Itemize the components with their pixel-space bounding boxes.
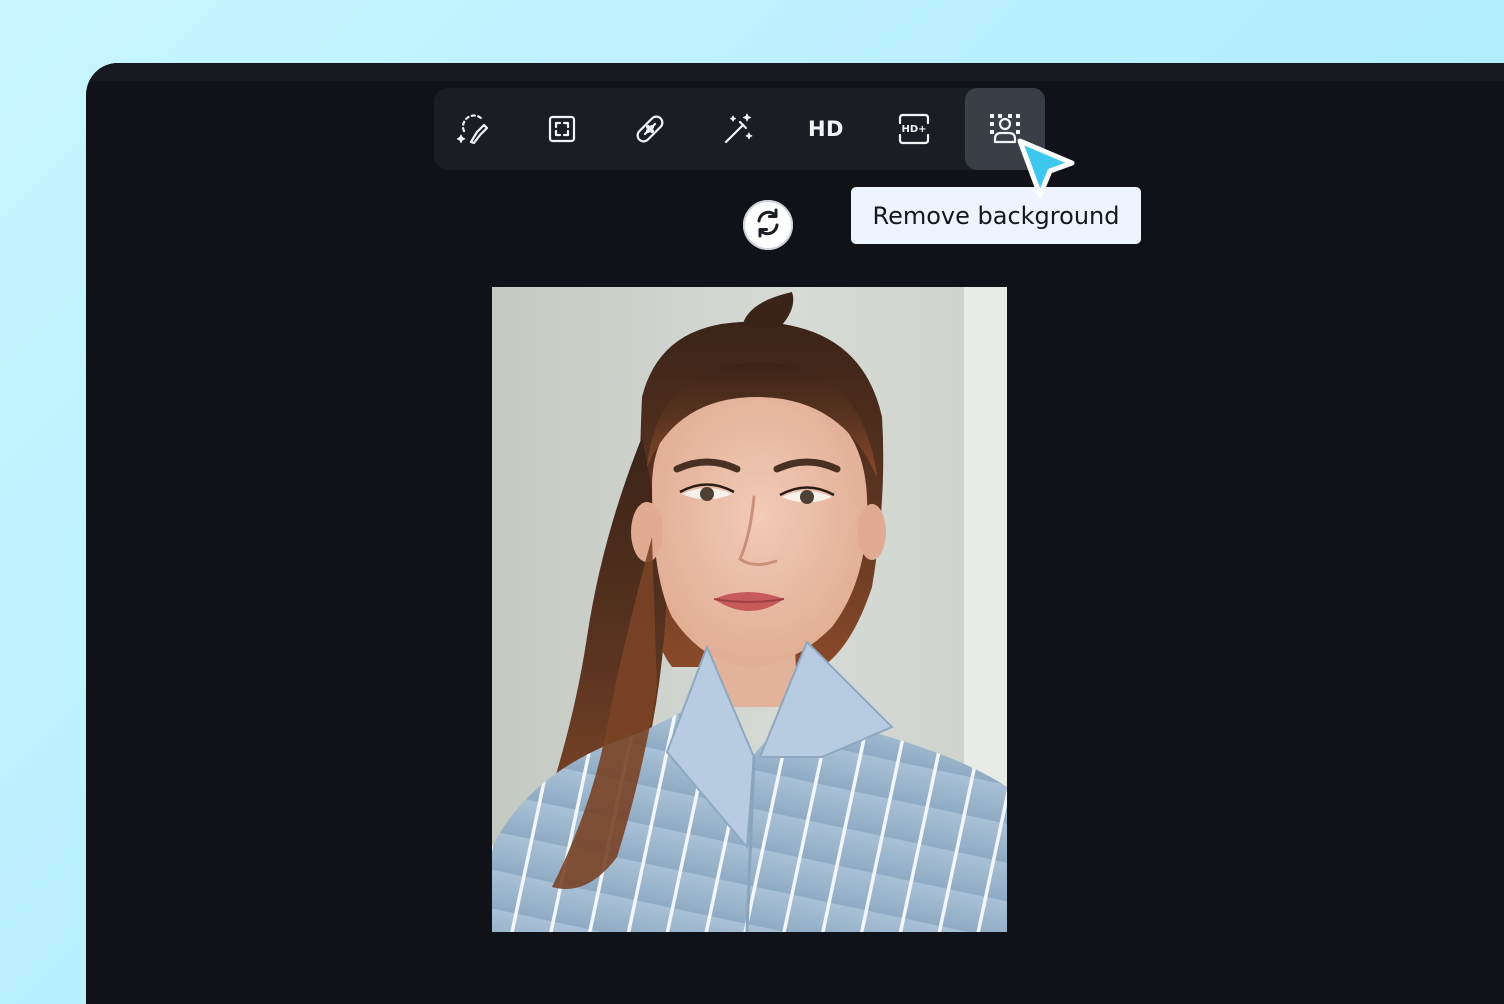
remove-background-tooltip: Remove background xyxy=(851,187,1141,244)
mouse-pointer-icon xyxy=(1014,135,1078,203)
magic-wand-icon xyxy=(721,112,755,146)
hd-plus-icon: HD+ xyxy=(897,112,931,146)
hd-icon: HD xyxy=(807,117,844,141)
portrait-photo xyxy=(492,287,1007,932)
crop-expand-icon xyxy=(547,114,577,144)
refresh-button[interactable] xyxy=(743,200,793,250)
hd-plus-label: HD+ xyxy=(901,123,927,135)
refresh-icon xyxy=(752,207,784,244)
window-top-strip xyxy=(86,63,1504,81)
tooltip-text: Remove background xyxy=(872,201,1120,230)
editor-window: HD HD+ Remove background xyxy=(86,63,1504,1004)
crop-expand-tool-button[interactable] xyxy=(522,88,602,170)
bandage-icon xyxy=(633,112,667,146)
hd-tool-button[interactable]: HD xyxy=(786,88,866,170)
tool-toolbar: HD HD+ xyxy=(434,88,1045,170)
ai-brush-icon xyxy=(457,112,491,146)
healing-tool-button[interactable] xyxy=(610,88,690,170)
hd-plus-tool-button[interactable]: HD+ xyxy=(874,88,954,170)
magic-wand-tool-button[interactable] xyxy=(698,88,778,170)
ai-brush-tool-button[interactable] xyxy=(434,88,514,170)
